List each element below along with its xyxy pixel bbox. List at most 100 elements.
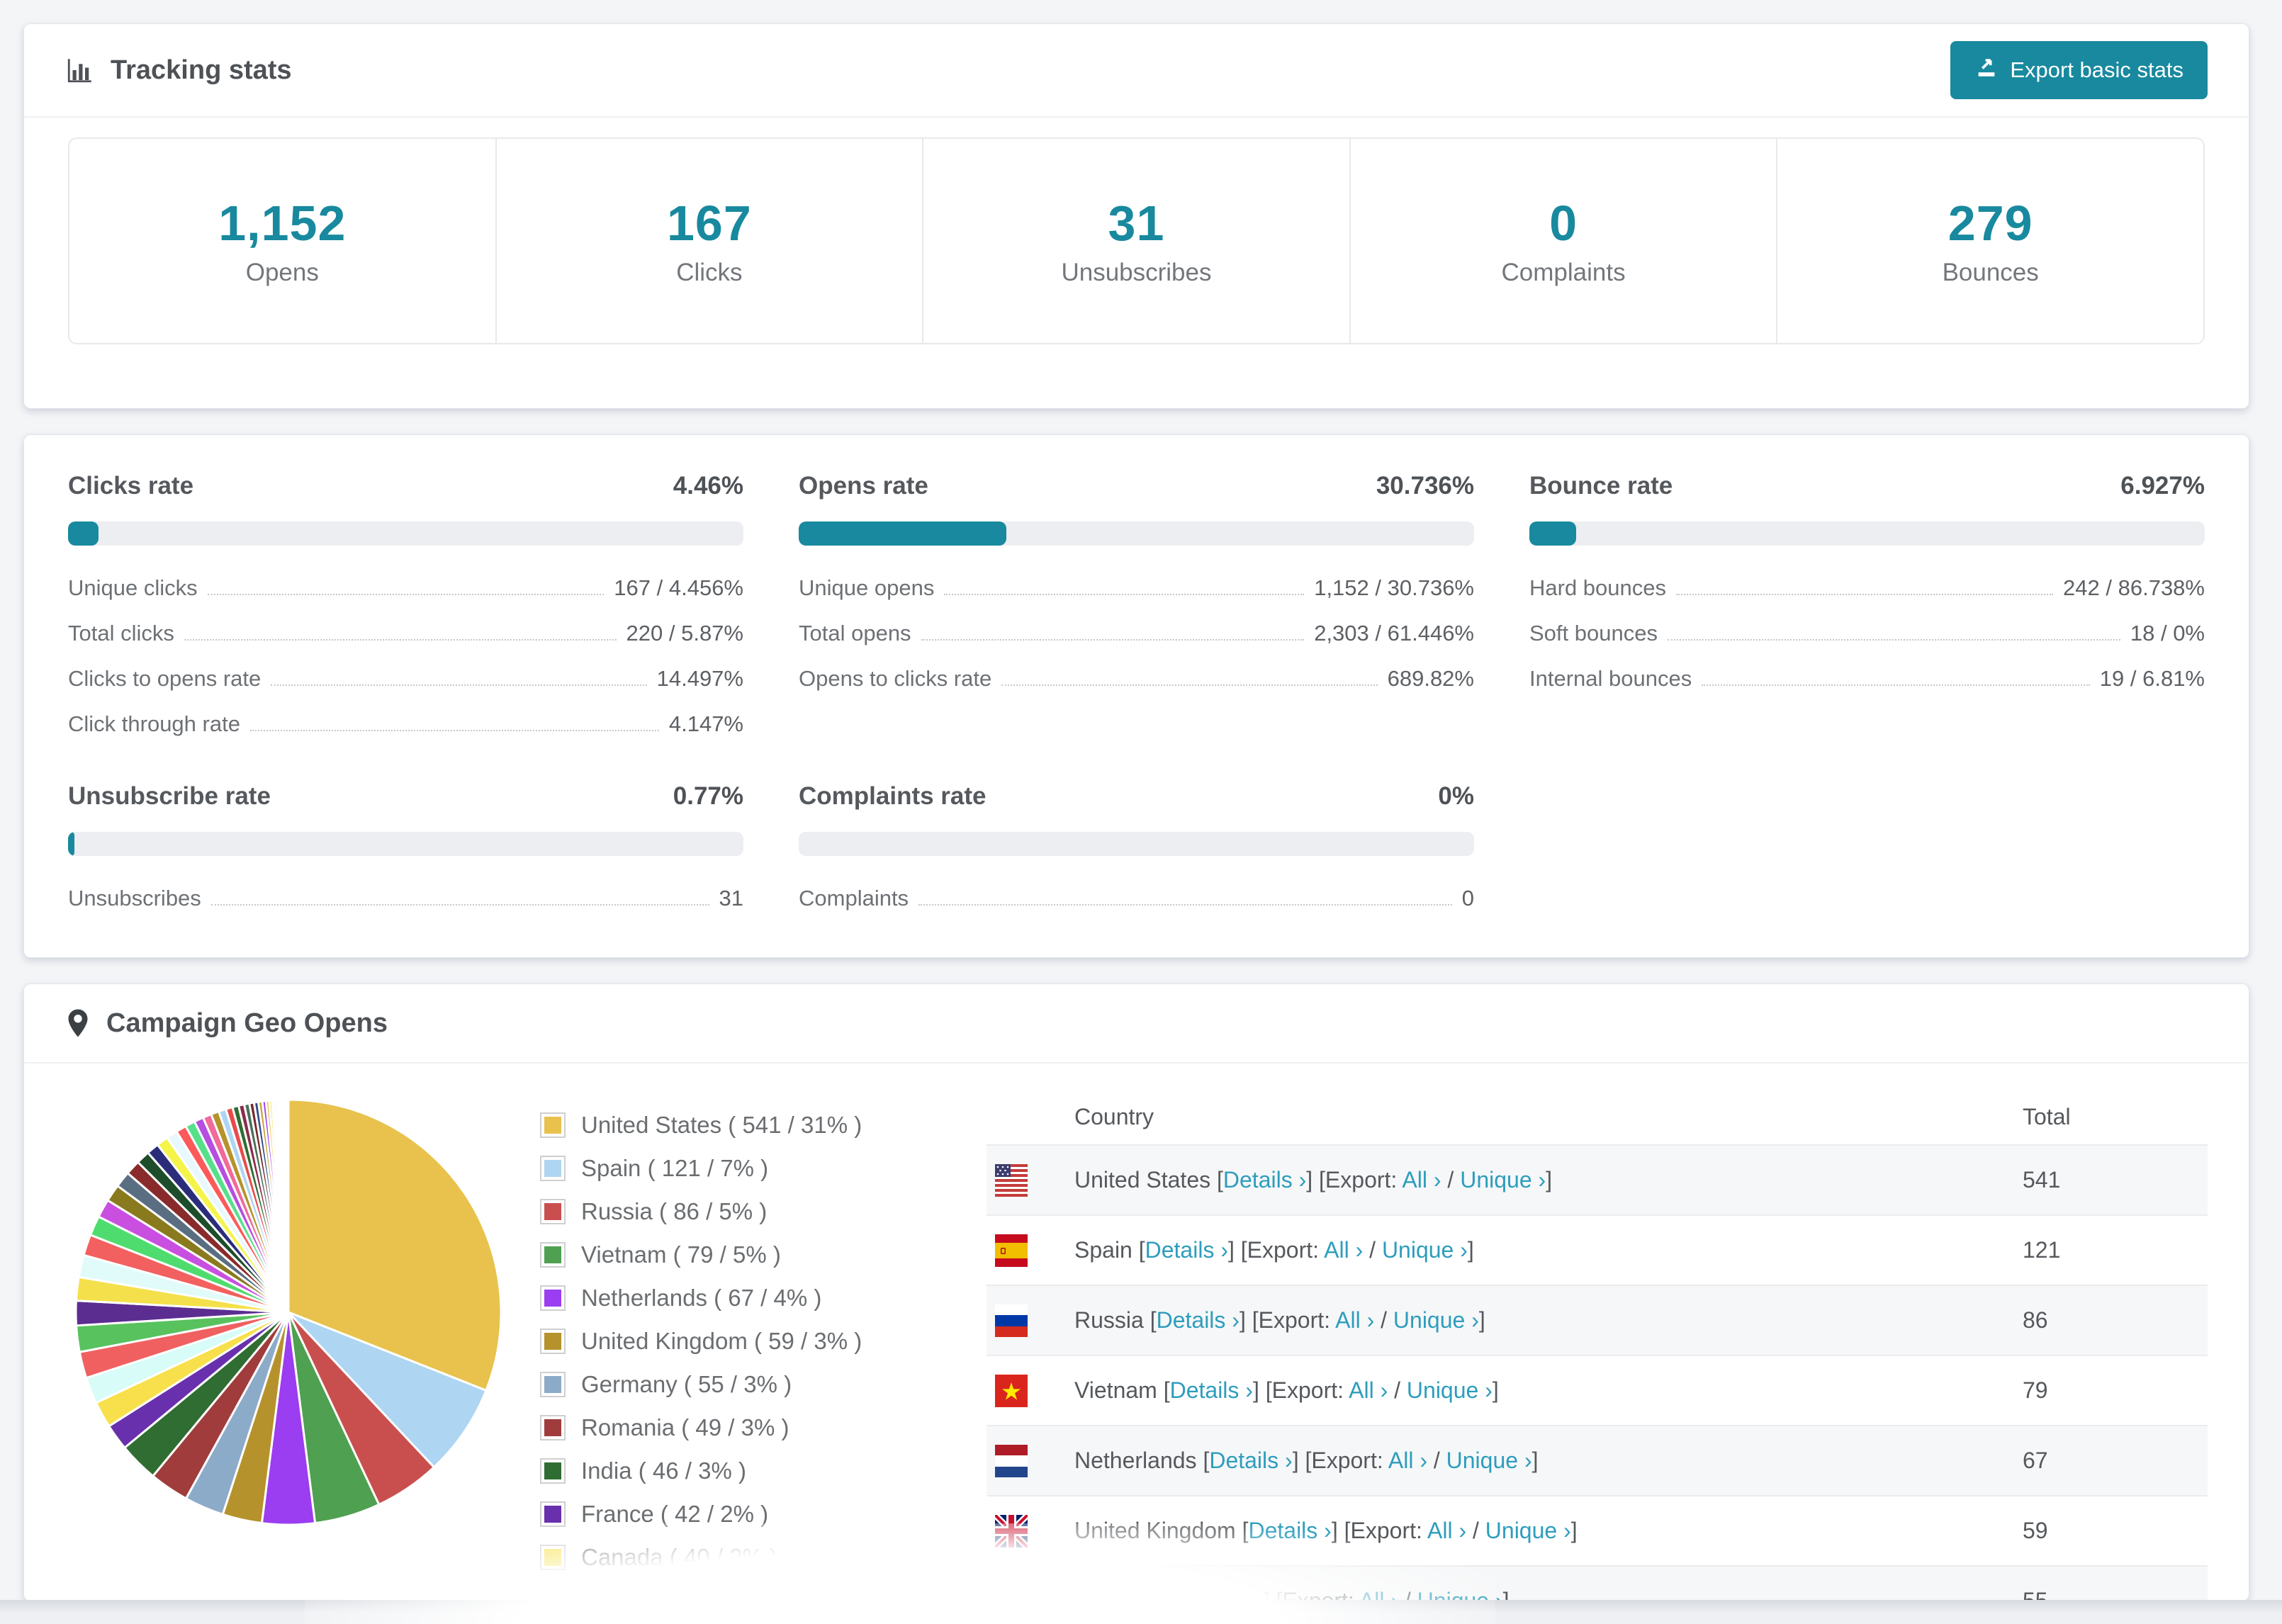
details-link-nl[interactable]: Details › [1209, 1448, 1292, 1473]
export-unique-link-es[interactable]: Unique › [1382, 1237, 1468, 1263]
rate-progress-bar [1529, 521, 2205, 546]
legend-item-canada[interactable]: Canada ( 40 / 2% ) [540, 1535, 951, 1579]
rate-detail-row: Clicks to opens rate 14.497% [68, 666, 743, 691]
export-unique-link-us[interactable]: Unique › [1460, 1167, 1546, 1192]
legend-item-romania[interactable]: Romania ( 49 / 3% ) [540, 1406, 951, 1449]
geo-table-row-nl: Netherlands [Details ›] [Export: All › /… [987, 1426, 2208, 1496]
legend-item-vietnam[interactable]: Vietnam ( 79 / 5% ) [540, 1233, 951, 1276]
geo-table-row-vn: Vietnam [Details ›] [Export: All › / Uni… [987, 1355, 2208, 1426]
geo-title-text: Campaign Geo Opens [106, 1008, 388, 1038]
rate-title: Opens rate [799, 472, 928, 500]
rate-title: Clicks rate [68, 472, 194, 500]
export-unique-link-gb[interactable]: Unique › [1485, 1518, 1571, 1543]
export-all-link-nl[interactable]: All › [1388, 1448, 1427, 1473]
legend-label: Spain ( 121 / 7% ) [581, 1154, 769, 1181]
rate-detail-row: Unique clicks 167 / 4.456% [68, 575, 743, 600]
geo-table-row-gb: United Kingdom [Details ›] [Export: All … [987, 1496, 2208, 1567]
rates-grid: Clicks rate 4.46% Unique clicks 167 / 4.456… [24, 435, 2249, 911]
geo-pie-chart[interactable] [65, 1089, 512, 1601]
rate-value: 4.46% [673, 472, 743, 500]
rate-detail-row: Unique opens 1,152 / 30.736% [799, 575, 1474, 600]
legend-label: Netherlands ( 67 / 4% ) [581, 1284, 822, 1311]
export-unique-link-vn[interactable]: Unique › [1407, 1377, 1493, 1403]
stats-summary-row: 1,152 Opens 167 Clicks 31 Unsubscribes 0 Compla… [68, 137, 2205, 344]
legend-swatch [540, 1285, 566, 1311]
export-unique-link-nl[interactable]: Unique › [1446, 1448, 1532, 1473]
legend-label: Vietnam ( 79 / 5% ) [581, 1241, 781, 1268]
legend-item-france[interactable]: France ( 42 / 2% ) [540, 1492, 951, 1535]
rate-detail-row: Hard bounces 242 / 86.738% [1529, 575, 2205, 600]
legend-label: Romania ( 49 / 3% ) [581, 1414, 789, 1440]
geo-table: Country Total United States [Details ›] … [987, 1089, 2208, 1601]
rate-block-opens-rate: Opens rate 30.736% Unique opens 1,152 / 30.… [799, 472, 1474, 737]
de-flag-icon [987, 1566, 1074, 1601]
legend-item-united-states[interactable]: United States ( 541 / 31% ) [540, 1103, 951, 1146]
legend-item-germany[interactable]: Germany ( 55 / 3% ) [540, 1363, 951, 1406]
legend-label: Italy ( 36 / 2% ) [581, 1586, 738, 1601]
rate-detail-row: Internal bounces 19 / 6.81% [1529, 666, 2205, 691]
geo-body: United States ( 541 / 31% ) Spain ( 121 /… [24, 1064, 2249, 1601]
tracking-stats-header: Tracking stats Export basic stats [24, 24, 2249, 118]
geo-total-cell: 67 [2022, 1426, 2208, 1496]
map-pin-icon [65, 1008, 91, 1038]
details-link-es[interactable]: Details › [1145, 1237, 1228, 1263]
export-all-link-ru[interactable]: All › [1335, 1307, 1374, 1333]
export-all-link-us[interactable]: All › [1402, 1167, 1441, 1192]
legend-label: Germany ( 55 / 3% ) [581, 1370, 792, 1397]
tracking-stats-title-text: Tracking stats [111, 55, 292, 85]
rate-detail-row: Unsubscribes 31 [68, 886, 743, 910]
rate-value: 0.77% [673, 782, 743, 810]
rate-value: 30.736% [1376, 472, 1474, 500]
export-unique-link-ru[interactable]: Unique › [1393, 1307, 1479, 1333]
geo-country-cell: Vietnam [Details ›] [Export: All › / Uni… [1074, 1355, 2022, 1426]
geo-table-total-header: Total [2022, 1089, 2208, 1146]
geo-table-country-header: Country [1074, 1089, 2022, 1146]
legend-item-spain[interactable]: Spain ( 121 / 7% ) [540, 1146, 951, 1190]
rate-title: Complaints rate [799, 782, 987, 810]
rate-block-unsubscribe-rate: Unsubscribe rate 0.77% Unsubscribes 31 [68, 782, 743, 911]
geo-table-row-es: Spain [Details ›] [Export: All › / Uniqu… [987, 1215, 2208, 1286]
legend-swatch [540, 1371, 566, 1397]
details-link-ru[interactable]: Details › [1157, 1307, 1240, 1333]
tracking-stats-card: Tracking stats Export basic stats 1,152 O… [23, 23, 2249, 409]
geo-country-cell: Netherlands [Details ›] [Export: All › /… [1074, 1426, 2022, 1496]
export-all-link-es[interactable]: All › [1324, 1237, 1363, 1263]
legend-item-india[interactable]: India ( 46 / 3% ) [540, 1449, 951, 1492]
rates-card: Clicks rate 4.46% Unique clicks 167 / 4.456… [23, 434, 2249, 958]
stat-unsubscribes: 31 Unsubscribes [923, 139, 1351, 343]
legend-item-russia[interactable]: Russia ( 86 / 5% ) [540, 1190, 951, 1233]
details-link-gb[interactable]: Details › [1248, 1518, 1331, 1543]
export-all-link-vn[interactable]: All › [1349, 1377, 1388, 1403]
rate-detail-row: Soft bounces 18 / 0% [1529, 621, 2205, 645]
geo-country-cell: Russia [Details ›] [Export: All › / Uniq… [1074, 1285, 2022, 1356]
legend-item-italy[interactable]: Italy ( 36 / 2% ) [540, 1579, 951, 1601]
legend-label: France ( 42 / 2% ) [581, 1500, 769, 1527]
stat-bounces: 279 Bounces [1777, 139, 2203, 343]
geo-total-cell: 86 [2022, 1285, 2208, 1356]
legend-item-united-kingdom[interactable]: United Kingdom ( 59 / 3% ) [540, 1319, 951, 1363]
geo-legend: United States ( 541 / 31% ) Spain ( 121 /… [512, 1089, 951, 1601]
details-link-vn[interactable]: Details › [1170, 1377, 1253, 1403]
export-basic-stats-button[interactable]: Export basic stats [1950, 41, 2208, 99]
page-footer-band [0, 1600, 2282, 1624]
details-link-us[interactable]: Details › [1223, 1167, 1306, 1192]
export-all-link-gb[interactable]: All › [1427, 1518, 1466, 1543]
rate-progress-bar [68, 832, 743, 856]
geo-total-cell: 121 [2022, 1215, 2208, 1286]
es-flag-icon [987, 1215, 1074, 1286]
stat-value: 279 [1947, 196, 2033, 251]
rate-block-bounce-rate: Bounce rate 6.927% Hard bounces 242 / 86.73… [1529, 472, 2205, 737]
stat-opens: 1,152 Opens [69, 139, 497, 343]
geo-header: Campaign Geo Opens [24, 984, 2249, 1064]
stat-label: Bounces [1942, 259, 2039, 286]
geo-table-row-us: United States [Details ›] [Export: All ›… [987, 1145, 2208, 1216]
rate-detail-row: Total clicks 220 / 5.87% [68, 621, 743, 645]
rate-detail-row: Click through rate 4.147% [68, 711, 743, 736]
legend-item-netherlands[interactable]: Netherlands ( 67 / 4% ) [540, 1276, 951, 1319]
legend-swatch [540, 1544, 566, 1570]
tracking-stats-title: Tracking stats [65, 55, 292, 86]
legend-label: Canada ( 40 / 2% ) [581, 1543, 777, 1570]
rate-value: 0% [1438, 782, 1474, 810]
geo-total-cell: 541 [2022, 1145, 2208, 1216]
stat-value: 0 [1549, 196, 1578, 251]
